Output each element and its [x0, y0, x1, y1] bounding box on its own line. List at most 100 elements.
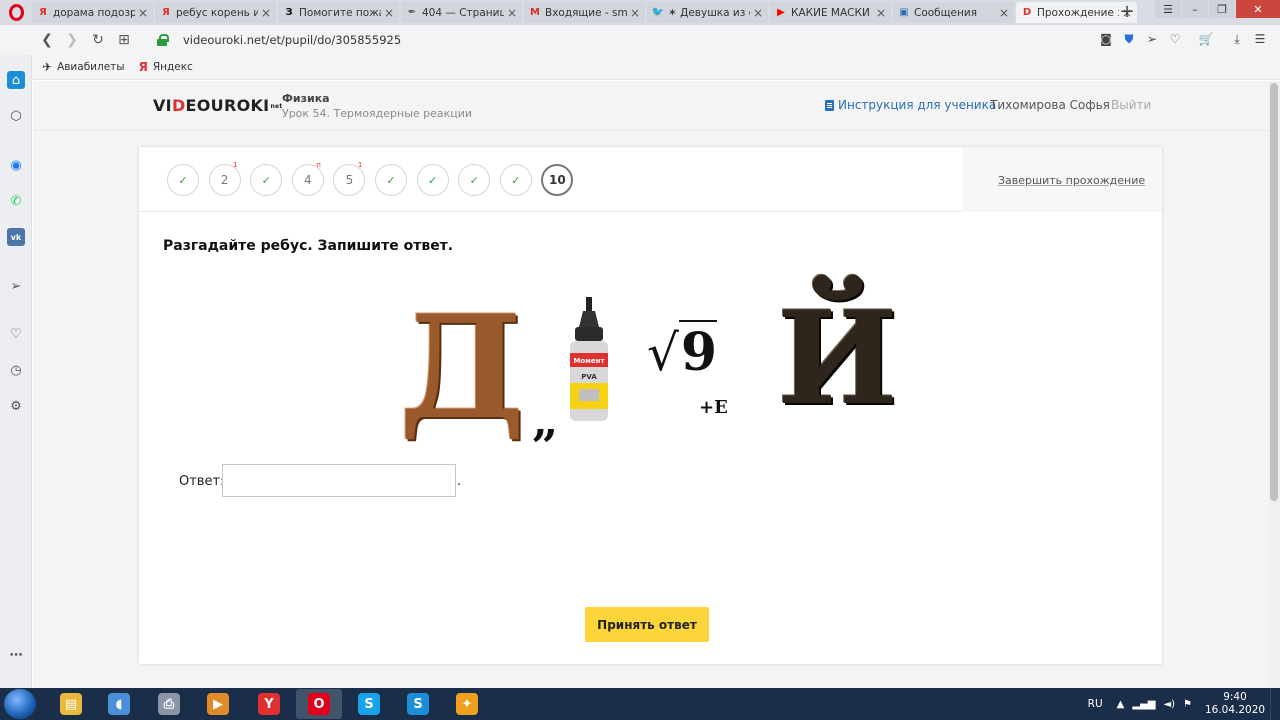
- taskbar-app-yandex[interactable]: Y: [246, 689, 292, 719]
- download-icon[interactable]: ⤓: [1229, 31, 1245, 47]
- step-1[interactable]: ✓: [167, 164, 199, 196]
- step-3[interactable]: ✓: [250, 164, 283, 196]
- user-name[interactable]: Тихомирова Софья: [990, 98, 1110, 112]
- tab-favicon-icon: D: [1022, 7, 1032, 18]
- restore-icon[interactable]: ❐: [1209, 0, 1235, 18]
- browser-tab[interactable]: M Входящие - smail×: [524, 2, 645, 23]
- window-controls: ☰ – ❐ ✕: [1154, 0, 1280, 20]
- flag-icon[interactable]: ⚑: [1183, 699, 1192, 710]
- finish-attempt-link[interactable]: Завершить прохождение: [998, 174, 1145, 187]
- logo-part: EOUROKI: [185, 96, 270, 115]
- taskbar-app-skype-1[interactable]: S: [346, 689, 392, 719]
- browser-tab[interactable]: 🐦✶ Девушка из се×: [647, 2, 768, 23]
- cart-icon[interactable]: 🛒: [1198, 31, 1214, 47]
- home-icon[interactable]: ⌂: [7, 71, 25, 89]
- address-bar-actions: ◙ ⛊ ➢ ♡ 🛒 ⤓ ☰: [1098, 31, 1268, 47]
- instruction-link[interactable]: Инструкция для ученика: [825, 98, 996, 112]
- answer-label: Ответ:: [179, 474, 225, 489]
- speed-dial-sidebar-icon[interactable]: ⬡: [7, 107, 25, 125]
- tab-close-icon[interactable]: ×: [261, 6, 271, 20]
- volume-icon[interactable]: ◄): [1163, 699, 1175, 710]
- send-icon[interactable]: ➢: [1144, 31, 1160, 47]
- browser-tab[interactable]: ✒ 404 — Страница ×: [401, 2, 522, 23]
- whatsapp-icon[interactable]: ✆: [7, 192, 25, 210]
- taskbar-app-media[interactable]: ◖: [96, 689, 142, 719]
- close-window-icon[interactable]: ✕: [1236, 0, 1280, 18]
- browser-tab[interactable]: ▣ Сообщения ×: [893, 2, 1014, 23]
- snapshot-icon[interactable]: ◙: [1098, 31, 1114, 47]
- tray-arrow-icon[interactable]: ▲: [1117, 699, 1125, 710]
- reload-icon[interactable]: ↻: [89, 31, 107, 49]
- step-number: 5: [345, 173, 354, 187]
- glue-bottle-icon: Момент PVA: [570, 297, 608, 421]
- tab-close-icon[interactable]: ×: [138, 6, 148, 20]
- scroll-thumb[interactable]: [1270, 83, 1278, 501]
- clock-time: 9:40: [1223, 691, 1247, 703]
- videouroki-logo[interactable]: VIDEOUROKInet: [153, 96, 283, 115]
- vk-icon[interactable]: vk: [7, 228, 25, 246]
- tab-favicon-icon: З: [285, 7, 293, 18]
- taskbar-app-opera[interactable]: O: [296, 689, 342, 719]
- minimize-icon[interactable]: –: [1182, 0, 1208, 18]
- step-2[interactable]: 21: [208, 161, 241, 196]
- page-scrollbar[interactable]: [1268, 81, 1280, 688]
- browser-tab[interactable]: Ядорама подозрит×: [32, 2, 153, 23]
- tab-close-icon[interactable]: ×: [507, 6, 517, 20]
- tab-close-icon[interactable]: ×: [753, 6, 763, 20]
- answer-period: .: [457, 474, 462, 489]
- tab-close-icon[interactable]: ×: [630, 6, 640, 20]
- browser-tab[interactable]: Яребус корень из ×: [155, 2, 276, 23]
- yandex-icon: Я: [138, 60, 148, 74]
- taskbar-app-explorer[interactable]: ▤: [48, 689, 94, 719]
- step-7[interactable]: ✓: [416, 164, 449, 196]
- menu-icon[interactable]: ☰: [1155, 0, 1181, 18]
- opera-menu-button[interactable]: [0, 0, 32, 25]
- url-field[interactable]: videouroki.net/et/pupil/do/305855925: [183, 33, 401, 47]
- bottle-type-text: PVA: [581, 373, 597, 381]
- step-9[interactable]: ✓: [499, 164, 532, 196]
- messenger-icon[interactable]: ◉: [7, 156, 25, 174]
- language-indicator[interactable]: RU: [1088, 698, 1103, 710]
- new-tab-button[interactable]: +: [1116, 2, 1138, 23]
- answer-input[interactable]: [222, 464, 456, 497]
- taskbar-app-printer[interactable]: ⎙: [146, 689, 192, 719]
- more-icon[interactable]: ⋯: [7, 646, 25, 664]
- tab-close-icon[interactable]: ×: [876, 6, 886, 20]
- taskbar-app-game[interactable]: ✦: [444, 689, 490, 719]
- logout-link[interactable]: Выйти: [1111, 98, 1151, 112]
- rebus-commas: „: [532, 393, 559, 447]
- forward-icon[interactable]: ❯: [63, 31, 81, 49]
- airplane-icon: ✈: [42, 60, 53, 74]
- rebus-image: Д „ Момент PVA √9 +Е Й: [399, 287, 899, 447]
- tab-close-icon[interactable]: ×: [384, 6, 394, 20]
- game-icon: ✦: [456, 693, 478, 715]
- browser-tab[interactable]: З Помогите пожал×: [278, 2, 399, 23]
- bookmark-label: Яндекс: [152, 61, 193, 73]
- bookmark-aviabilety[interactable]: ✈ Авиабилеты: [42, 60, 125, 74]
- tab-close-icon[interactable]: ×: [999, 6, 1009, 20]
- taskbar-app-player[interactable]: ▶: [195, 689, 241, 719]
- flow-icon[interactable]: ➢: [7, 277, 25, 295]
- start-button[interactable]: [4, 689, 36, 719]
- clock[interactable]: 9:40 16.04.2020: [1200, 691, 1270, 717]
- step-6[interactable]: ✓: [375, 164, 407, 196]
- history-icon[interactable]: ◷: [7, 361, 25, 379]
- show-desktop-button[interactable]: [1270, 688, 1280, 720]
- bookmarks-heart-icon[interactable]: ♡: [7, 325, 25, 343]
- settings-gear-icon[interactable]: ⚙: [7, 397, 25, 415]
- bookmark-yandex[interactable]: Я Яндекс: [139, 60, 193, 74]
- step-4[interactable]: 4п: [291, 161, 324, 196]
- vpn-shield-icon[interactable]: ⛊: [1121, 31, 1137, 47]
- heart-icon[interactable]: ♡: [1167, 31, 1183, 47]
- speed-dial-icon[interactable]: ⊞: [115, 31, 133, 49]
- rebus-plus-e: +Е: [699, 397, 728, 418]
- network-icon[interactable]: ▂▄▆: [1132, 699, 1155, 710]
- step-8[interactable]: ✓: [458, 164, 491, 196]
- submit-answer-button[interactable]: Принять ответ: [585, 607, 709, 642]
- step-10[interactable]: 10: [541, 164, 574, 196]
- taskbar-app-skype-2[interactable]: S: [395, 689, 441, 719]
- back-icon[interactable]: ❮: [38, 31, 56, 49]
- browser-tab[interactable]: ▶ КАКИЕ МАСКИ Н ×: [770, 2, 891, 23]
- step-5[interactable]: 51: [333, 161, 366, 196]
- easy-setup-icon[interactable]: ☰: [1252, 31, 1268, 47]
